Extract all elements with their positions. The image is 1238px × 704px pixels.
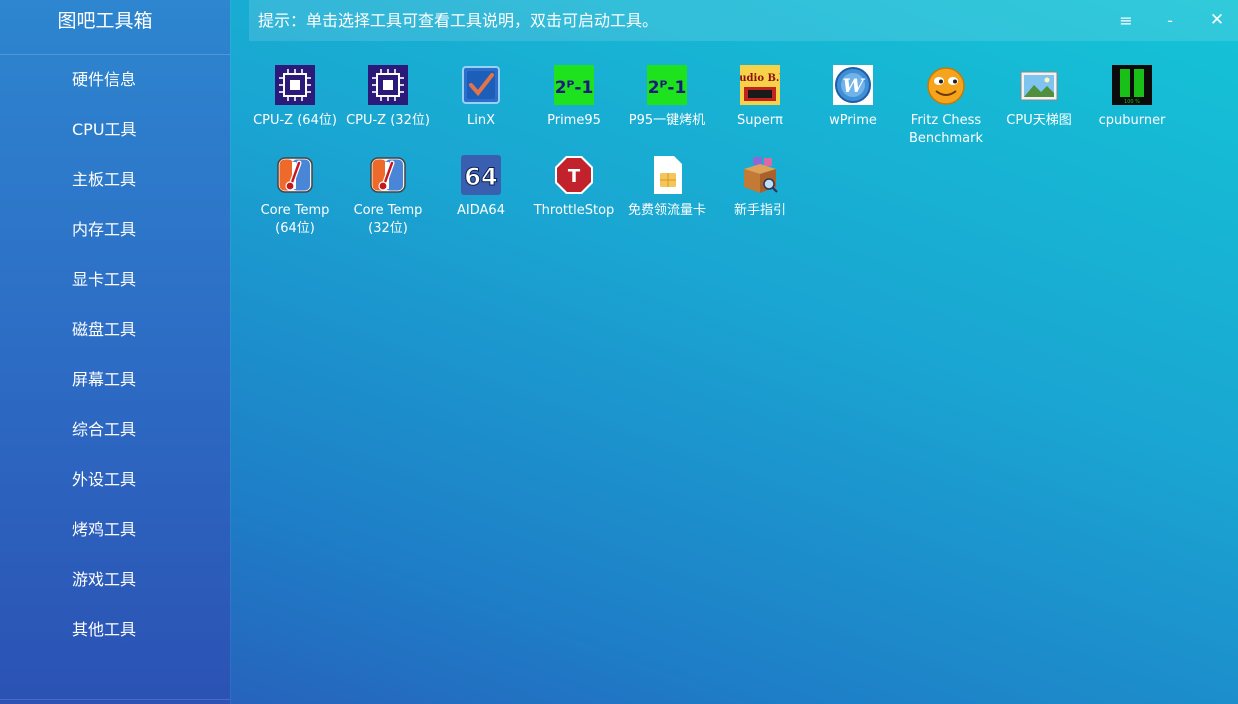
cpu-z-icon	[275, 65, 315, 105]
cpuburner-icon-text: 100 %	[1124, 99, 1140, 105]
aida64-icon: 64	[461, 155, 501, 195]
prime-icon-text: 2ᴾ-1	[555, 78, 594, 98]
tool-linx[interactable]: LinX	[435, 62, 527, 130]
fritz-smiley-icon	[926, 65, 966, 105]
sidebar-bottom-divider	[0, 699, 230, 700]
sidebar-item-game-tools[interactable]: 游戏工具	[0, 555, 230, 605]
sidebar-item-disk-tools[interactable]: 磁盘工具	[0, 305, 230, 355]
tool-core-temp-64[interactable]: Core Temp (64位)	[249, 152, 341, 238]
sidebar-item-gpu-tools[interactable]: 显卡工具	[0, 255, 230, 305]
tool-label: CPU-Z (32位)	[346, 113, 430, 128]
wprime-icon-text: W	[842, 75, 865, 97]
tool-label: Prime95	[547, 113, 601, 128]
hint-text: 提示：单击选择工具可查看工具说明，双击可启动工具。	[258, 11, 659, 30]
tool-label: Superπ	[737, 113, 783, 128]
tool-label: P95一键烤机	[628, 113, 706, 128]
prime95-icon: 2ᴾ-1	[647, 65, 687, 105]
prime95-icon: 2ᴾ-1	[554, 65, 594, 105]
tool-cpuburner[interactable]: 100 % cpuburner	[1086, 62, 1178, 130]
throttle-icon-text: T	[568, 166, 581, 187]
sidebar-item-memory-tools[interactable]: 内存工具	[0, 205, 230, 255]
tool-superpi[interactable]: Studio B.W. Superπ	[714, 62, 806, 130]
tool-free-sim-card[interactable]: 免费领流量卡	[621, 152, 713, 220]
tool-label: ThrottleStop	[533, 203, 615, 218]
sidebar-item-stress-tools[interactable]: 烤鸡工具	[0, 505, 230, 555]
tool-label: cpuburner	[1098, 113, 1166, 128]
superpi-icon: Studio B.W.	[740, 65, 780, 105]
tool-label: AIDA64	[457, 203, 505, 218]
sidebar-item-cpu-tools[interactable]: CPU工具	[0, 105, 230, 155]
tool-beginner-guide[interactable]: 新手指引	[714, 152, 806, 220]
wprime-icon: W	[833, 65, 873, 105]
sidebar: 图吧工具箱 硬件信息 CPU工具 主板工具 内存工具 显卡工具 磁盘工具 屏幕工…	[0, 0, 230, 704]
tool-prime95[interactable]: 2ᴾ-1 Prime95	[528, 62, 620, 130]
tool-label: wPrime	[829, 113, 877, 128]
prime-icon-text: 2ᴾ-1	[648, 78, 687, 98]
tool-cpu-z-64[interactable]: CPU-Z (64位)	[249, 62, 341, 130]
tool-cpu-ladder[interactable]: CPU天梯图	[993, 62, 1085, 130]
sidebar-item-hardware-info[interactable]: 硬件信息	[0, 55, 230, 105]
tool-core-temp-32[interactable]: Core Temp (32位)	[342, 152, 434, 238]
aida-icon-text: 64	[464, 163, 497, 191]
tool-label: CPU天梯图	[1006, 113, 1072, 128]
stop-sign-icon: T	[554, 155, 594, 195]
sidebar-item-peripheral-tools[interactable]: 外设工具	[0, 455, 230, 505]
tool-label: 免费领流量卡	[627, 203, 706, 218]
top-bar: 提示：单击选择工具可查看工具说明，双击可启动工具。 ≡ - ✕	[249, 0, 1238, 41]
cpuburner-icon: 100 %	[1112, 65, 1152, 105]
package-box-icon	[740, 155, 780, 195]
tool-label: Core Temp (32位)	[353, 203, 423, 236]
tool-p95-burn[interactable]: 2ᴾ-1 P95一键烤机	[621, 62, 713, 130]
thermometer-icon	[368, 155, 408, 195]
tool-fritz-chess[interactable]: Fritz Chess Benchmark	[900, 62, 992, 148]
tool-label: LinX	[467, 113, 495, 128]
sidebar-item-general-tools[interactable]: 综合工具	[0, 405, 230, 455]
landscape-image-icon	[1019, 65, 1059, 105]
sidebar-item-other-tools[interactable]: 其他工具	[0, 605, 230, 655]
minimize-button[interactable]: -	[1155, 0, 1185, 41]
app-title: 图吧工具箱	[57, 10, 153, 32]
tool-cpu-z-32[interactable]: CPU-Z (32位)	[342, 62, 434, 130]
tool-aida64[interactable]: 64 AIDA64	[435, 152, 527, 220]
sidebar-item-screen-tools[interactable]: 屏幕工具	[0, 355, 230, 405]
linx-checkbox-icon	[461, 65, 501, 105]
tool-label: Fritz Chess Benchmark	[908, 113, 984, 146]
sidebar-item-motherboard-tools[interactable]: 主板工具	[0, 155, 230, 205]
thermometer-icon	[275, 155, 315, 195]
sidebar-nav: 硬件信息 CPU工具 主板工具 内存工具 显卡工具 磁盘工具 屏幕工具 综合工具…	[0, 55, 230, 655]
tool-label: Core Temp (64位)	[260, 203, 330, 236]
tool-label: 新手指引	[733, 203, 786, 218]
close-button[interactable]: ✕	[1202, 0, 1232, 41]
menu-button[interactable]: ≡	[1111, 0, 1141, 41]
cpu-z-icon	[368, 65, 408, 105]
tool-throttlestop[interactable]: T ThrottleStop	[528, 152, 620, 220]
tool-wprime[interactable]: W wPrime	[807, 62, 899, 130]
superpi-icon-text: Studio B.W.	[740, 73, 780, 84]
sim-card-icon	[647, 155, 687, 195]
tool-label: CPU-Z (64位)	[253, 113, 337, 128]
